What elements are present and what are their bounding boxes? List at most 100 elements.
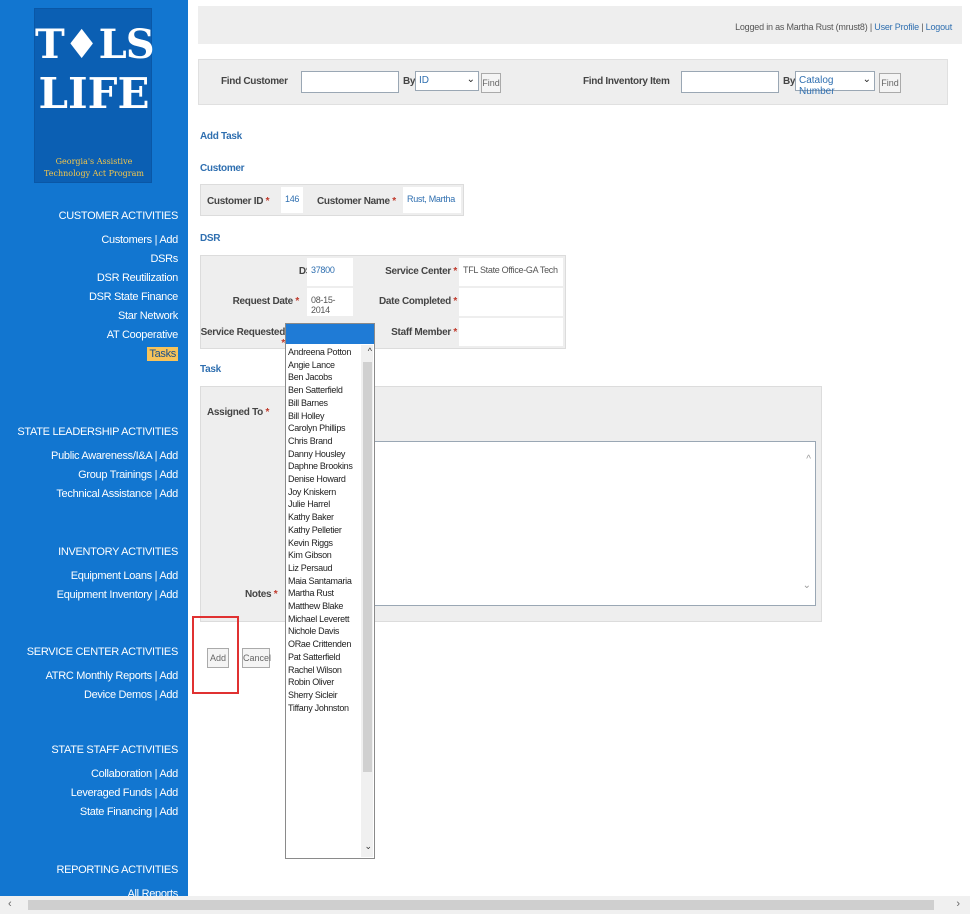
horizontal-scroll-thumb[interactable]	[28, 900, 934, 910]
dsr-box: DSR ID * 37800 Service Center * TFL Stat…	[200, 255, 566, 349]
nav-group-customer: CUSTOMER ACTIVITIES Customers | Add DSRs…	[59, 208, 178, 364]
dropdown-option[interactable]: Tiffany Johnston	[288, 702, 353, 715]
dropdown-option[interactable]: Angie Lance	[288, 359, 353, 372]
dropdown-option[interactable]: Matthew Blake	[288, 600, 353, 613]
nav-heading: STATE LEADERSHIP ACTIVITIES	[17, 426, 178, 438]
nav-item-customers[interactable]: Customers | Add	[59, 231, 178, 250]
service-requested-label: Service Requested *	[200, 327, 286, 349]
find-inventory-button[interactable]: Find	[879, 73, 901, 93]
nav-item-technical-assistance[interactable]: Technical Assistance | Add	[17, 485, 178, 504]
dropdown-option[interactable]: Joy Kniskern	[288, 486, 353, 499]
dropdown-option[interactable]: Rachel Wilson	[288, 664, 353, 677]
dropdown-option[interactable]: Robin Oliver	[288, 676, 353, 689]
logo-line2: LIFE	[38, 69, 150, 118]
date-completed-label: Date Completed *	[378, 296, 457, 307]
nav-item-atrc-monthly-reports[interactable]: ATRC Monthly Reports | Add	[27, 667, 179, 686]
assigned-to-dropdown[interactable]: Andreena Potton Angie Lance Ben Jacobs B…	[285, 323, 375, 859]
customer-by-select[interactable]: ID ⌄	[415, 71, 479, 91]
nav-heading: CUSTOMER ACTIVITIES	[58, 210, 179, 222]
nav-item-equipment-loans[interactable]: Equipment Loans | Add	[57, 567, 179, 586]
logout-link[interactable]: Logout	[926, 22, 953, 32]
find-customer-button[interactable]: Find	[481, 73, 501, 93]
dropdown-option[interactable]: Julie Harrel	[288, 498, 353, 511]
customer-id-value[interactable]: 146	[281, 187, 304, 213]
nav-item-collaboration[interactable]: Collaboration | Add	[51, 765, 178, 784]
nav-item-tasks[interactable]: Tasks	[59, 345, 178, 364]
dropdown-options: Andreena Potton Angie Lance Ben Jacobs B…	[288, 346, 353, 714]
nav-heading: REPORTING ACTIVITIES	[56, 864, 178, 876]
dropdown-option[interactable]: Pat Satterfield	[288, 651, 353, 664]
scroll-right-icon[interactable]: ›	[956, 898, 960, 910]
by-label: By	[403, 76, 416, 87]
tools-for-life-logo[interactable]: T♦LS LIFE Georgia's Assistive Technology…	[34, 8, 155, 183]
scroll-left-icon[interactable]: ‹	[8, 898, 12, 910]
dropdown-option[interactable]: Bill Holley	[288, 410, 353, 423]
find-bar: Find Customer By ID ⌄ Find Find Inventor…	[198, 59, 948, 105]
inventory-by-select[interactable]: Catalog Number ⌄	[795, 71, 875, 97]
task-section-heading: Task	[200, 364, 221, 375]
staff-member-value	[459, 318, 563, 346]
nav-item-star-network[interactable]: Star Network	[59, 307, 178, 326]
nav-item-device-demos[interactable]: Device Demos | Add	[27, 686, 178, 705]
dropdown-option[interactable]: Maia Santamaria	[288, 575, 353, 588]
dropdown-option[interactable]: Ben Jacobs	[288, 371, 353, 384]
find-inventory-input[interactable]	[681, 71, 779, 93]
highlight-box	[192, 616, 239, 694]
scroll-down-icon[interactable]: ⌄	[803, 580, 811, 591]
chevron-down-icon: ⌄	[466, 74, 475, 85]
nav-item-at-cooperative[interactable]: AT Cooperative	[59, 326, 179, 345]
service-center-value: TFL State Office-GA Tech	[459, 258, 563, 286]
dropdown-option[interactable]: Martha Rust	[288, 587, 353, 600]
dropdown-option[interactable]: Sherry Sicleir	[288, 689, 353, 702]
dropdown-option[interactable]: Danny Housley	[288, 448, 353, 461]
nav-item-public-awareness[interactable]: Public Awareness/I&A | Add	[17, 447, 178, 466]
dropdown-option[interactable]: Nichole Davis	[288, 625, 353, 638]
dropdown-selected-blank[interactable]	[286, 324, 374, 344]
cancel-button[interactable]: Cancel	[242, 648, 271, 668]
dropdown-option[interactable]: Carolyn Phillips	[288, 422, 353, 435]
scroll-up-icon[interactable]: ^	[806, 454, 811, 465]
dropdown-option[interactable]: Michael Leverett	[288, 613, 353, 626]
customer-by-value: ID	[419, 75, 429, 86]
nav-item-group-trainings[interactable]: Group Trainings | Add	[17, 466, 178, 485]
dropdown-scroll-thumb[interactable]	[363, 362, 372, 772]
dropdown-option[interactable]: Kathy Pelletier	[288, 524, 353, 537]
dropdown-option[interactable]: Kathy Baker	[288, 511, 353, 524]
staff-member-label: Staff Member *	[391, 327, 457, 338]
dropdown-option[interactable]: Kevin Riggs	[288, 537, 353, 550]
nav-item-dsr-state-finance[interactable]: DSR State Finance	[59, 288, 178, 307]
nav-item-leveraged-funds[interactable]: Leveraged Funds | Add	[51, 784, 179, 803]
customer-section-heading: Customer	[200, 163, 245, 174]
nav-group-state-leadership: STATE LEADERSHIP ACTIVITIES Public Aware…	[17, 424, 178, 504]
scroll-down-icon[interactable]: ⌄	[364, 841, 372, 852]
dropdown-option[interactable]: Bill Barnes	[288, 397, 353, 410]
dropdown-option[interactable]: Ben Satterfield	[288, 384, 353, 397]
dsr-id-value[interactable]: 37800	[307, 258, 353, 286]
find-customer-input[interactable]	[301, 71, 399, 93]
dropdown-option[interactable]: Chris Brand	[288, 435, 353, 448]
dropdown-option[interactable]: Kim Gibson	[288, 549, 353, 562]
login-info: Logged in as Martha Rust (mrust8) | User…	[735, 22, 952, 32]
scroll-up-icon[interactable]: ^	[368, 346, 372, 356]
dropdown-option[interactable]: Liz Persaud	[288, 562, 353, 575]
dropdown-option[interactable]: Andreena Potton	[288, 346, 353, 359]
assigned-to-label: Assigned To *	[207, 407, 270, 418]
dsr-section-heading: DSR	[200, 233, 221, 244]
dropdown-option[interactable]: Denise Howard	[288, 473, 353, 486]
add-task-heading[interactable]: Add Task	[200, 131, 242, 142]
top-bar: Logged in as Martha Rust (mrust8) | User…	[198, 6, 962, 44]
nav-group-inventory: INVENTORY ACTIVITIES Equipment Loans | A…	[57, 544, 179, 605]
nav-item-dsr-reutilization[interactable]: DSR Reutilization	[59, 269, 178, 288]
horizontal-scrollbar[interactable]: ‹ ›	[0, 896, 970, 914]
customer-name-value[interactable]: Rust, Martha	[403, 187, 461, 213]
by-label: By	[783, 76, 796, 87]
nav-item-state-financing[interactable]: State Financing | Add	[51, 803, 178, 822]
nav-item-equipment-inventory[interactable]: Equipment Inventory | Add	[57, 586, 179, 605]
nav-heading: SERVICE CENTER ACTIVITIES	[26, 646, 179, 658]
dropdown-option[interactable]: Daphne Brookins	[288, 460, 353, 473]
user-profile-link[interactable]: User Profile	[874, 22, 919, 32]
dropdown-option[interactable]: ORae Crittenden	[288, 638, 353, 651]
customer-box: Customer ID * 146 Customer Name * Rust, …	[200, 184, 464, 216]
separator: |	[921, 22, 924, 32]
nav-item-dsrs[interactable]: DSRs	[59, 250, 178, 269]
